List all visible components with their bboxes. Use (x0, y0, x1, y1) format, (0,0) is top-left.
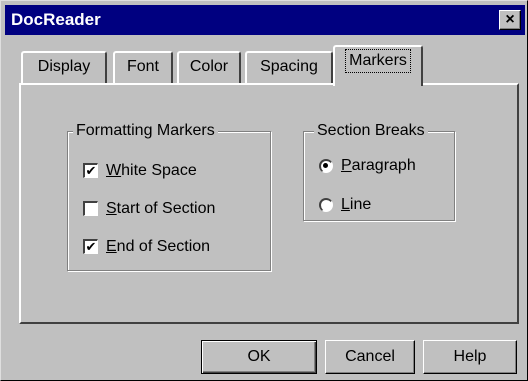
markers-panel: Formatting Markers ✔ White Space Start o… (19, 83, 519, 324)
tab-font[interactable]: Font (113, 51, 173, 83)
cancel-button[interactable]: Cancel (325, 340, 415, 374)
paragraph-radio-icon[interactable] (319, 159, 333, 173)
cancel-button-label: Cancel (345, 348, 395, 365)
ok-button[interactable]: OK (201, 340, 317, 374)
tab-markers-label: Markers (345, 49, 411, 73)
end-of-section-check-icon[interactable]: ✔ (83, 239, 98, 254)
tab-color-label: Color (189, 58, 229, 75)
start-of-section-check-icon[interactable] (83, 201, 98, 216)
help-button-label: Help (453, 348, 487, 365)
help-button[interactable]: Help (423, 340, 517, 374)
close-icon: × (505, 11, 515, 28)
section-breaks-title: Section Breaks (314, 121, 428, 141)
paragraph-radio[interactable]: Paragraph (319, 155, 444, 177)
start-of-section-label: Start of Section (106, 200, 216, 217)
section-breaks-group: Section Breaks Paragraph Line (303, 121, 455, 221)
tab-display[interactable]: Display (21, 51, 107, 83)
close-button[interactable]: × (499, 10, 521, 30)
formatting-markers-group: Formatting Markers ✔ White Space Start o… (67, 121, 271, 271)
formatting-markers-title: Formatting Markers (73, 121, 218, 141)
end-of-section-label: End of Section (106, 238, 211, 255)
white-space-label: White Space (106, 162, 197, 179)
tab-display-label: Display (37, 58, 91, 75)
docreader-dialog: DocReader × Display Font Color Spacing M… (0, 0, 528, 381)
tab-spacing[interactable]: Spacing (245, 51, 333, 83)
white-space-checkbox[interactable]: ✔ White Space (83, 160, 253, 182)
start-of-section-checkbox[interactable]: Start of Section (83, 198, 253, 220)
tab-markers[interactable]: Markers (333, 45, 423, 86)
radio-selected-dot (323, 163, 328, 168)
tab-font-label: Font (126, 58, 159, 75)
tab-color[interactable]: Color (177, 51, 241, 83)
ok-button-label: OK (247, 348, 271, 365)
window-title: DocReader (11, 10, 101, 29)
line-label: Line (341, 196, 372, 213)
white-space-check-icon[interactable]: ✔ (83, 163, 98, 178)
end-of-section-checkbox[interactable]: ✔ End of Section (83, 236, 253, 258)
line-radio-icon[interactable] (319, 198, 333, 212)
title-bar[interactable]: DocReader × (5, 5, 525, 35)
tab-spacing-label: Spacing (260, 58, 318, 75)
paragraph-label: Paragraph (341, 157, 416, 174)
line-radio[interactable]: Line (319, 194, 444, 216)
